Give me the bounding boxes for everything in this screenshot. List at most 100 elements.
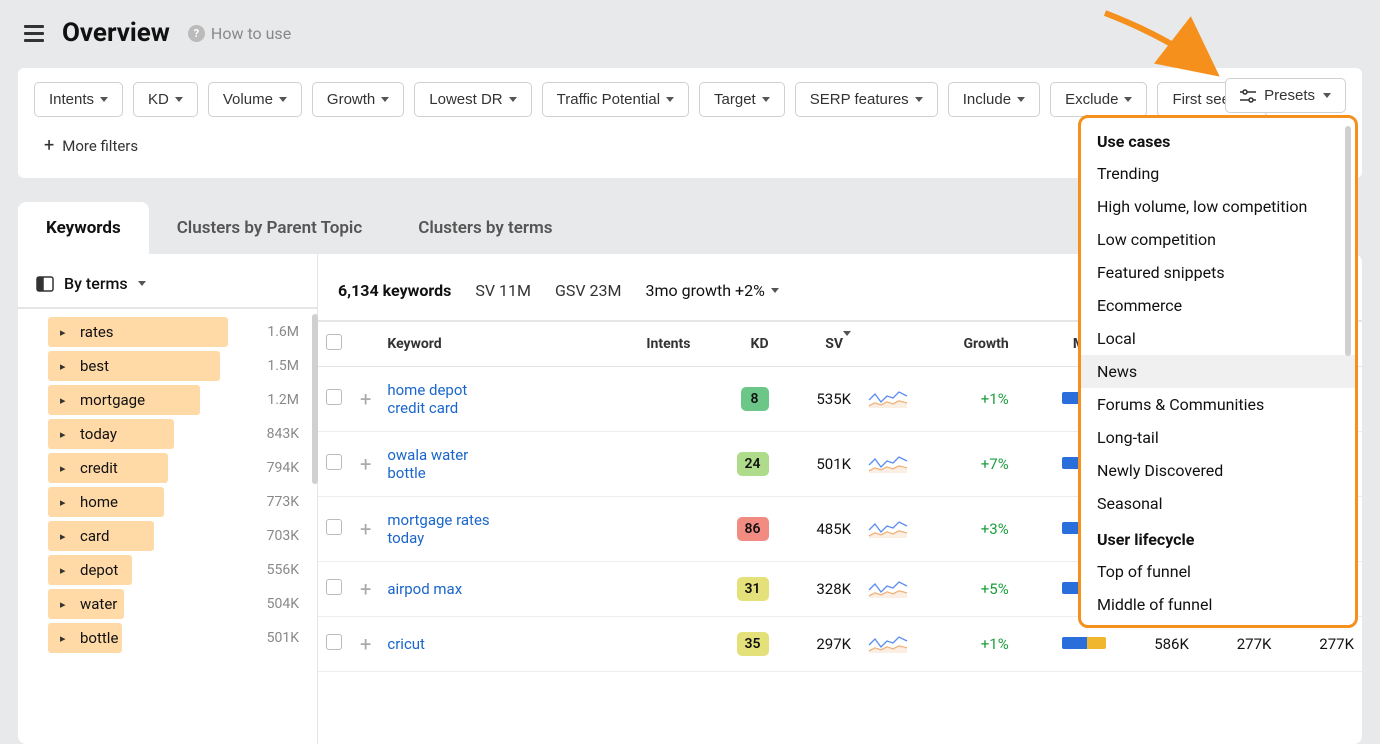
growth-selector[interactable]: 3mo growth +2% xyxy=(645,281,778,300)
sparkline xyxy=(859,497,917,562)
chevron-down-icon xyxy=(915,97,923,102)
gsv-total: GSV 23M xyxy=(555,281,622,300)
add-icon[interactable]: + xyxy=(360,632,371,656)
tab-clusters-by-terms[interactable]: Clusters by terms xyxy=(390,202,580,254)
chevron-down-icon xyxy=(175,97,183,102)
kd-badge: 8 xyxy=(741,387,769,411)
col-growth[interactable]: Growth xyxy=(917,322,1017,367)
term-row[interactable]: ▸water504K xyxy=(18,587,317,621)
preset-item[interactable]: High volume, low competition xyxy=(1081,190,1355,223)
filter-include[interactable]: Include xyxy=(948,82,1040,117)
arrow-annotation xyxy=(1100,8,1230,92)
preset-item[interactable]: Middle of funnel xyxy=(1081,588,1355,621)
expand-icon: ▸ xyxy=(60,428,66,441)
page-title: Overview xyxy=(62,18,170,48)
filter-serp-features[interactable]: SERP features xyxy=(795,82,938,117)
filter-lowest-dr[interactable]: Lowest DR xyxy=(414,82,531,117)
chevron-down-icon xyxy=(762,97,770,102)
menu-icon[interactable] xyxy=(24,25,44,42)
expand-icon: ▸ xyxy=(60,632,66,645)
preset-item[interactable]: Long-tail xyxy=(1081,421,1355,454)
expand-icon: ▸ xyxy=(60,462,66,475)
chevron-down-icon xyxy=(1323,93,1331,98)
keyword-link[interactable]: cricut xyxy=(387,635,425,653)
presets-button[interactable]: Presets xyxy=(1225,78,1346,113)
chevron-down-icon xyxy=(381,97,389,102)
preset-item[interactable]: Local xyxy=(1081,322,1355,355)
by-terms-selector[interactable]: By terms xyxy=(18,268,317,309)
filter-traffic-potential[interactable]: Traffic Potential xyxy=(542,82,689,117)
add-icon[interactable]: + xyxy=(360,452,371,476)
term-row[interactable]: ▸mortgage1.2M xyxy=(18,383,317,417)
how-to-use-link[interactable]: ? How to use xyxy=(188,24,291,43)
row-checkbox[interactable] xyxy=(326,454,342,470)
preset-item[interactable]: Trending xyxy=(1081,157,1355,190)
expand-icon: ▸ xyxy=(60,360,66,373)
term-row[interactable]: ▸bottle501K xyxy=(18,621,317,655)
preset-item[interactable]: Featured snippets xyxy=(1081,256,1355,289)
chevron-down-icon xyxy=(666,97,674,102)
sparkline xyxy=(859,432,917,497)
terms-sidebar: By terms ▸rates1.6M▸best1.5M▸mortgage1.2… xyxy=(18,254,318,744)
row-checkbox[interactable] xyxy=(326,579,342,595)
expand-icon: ▸ xyxy=(60,598,66,611)
preset-item[interactable]: Newly Discovered xyxy=(1081,454,1355,487)
term-row[interactable]: ▸credit794K xyxy=(18,451,317,485)
add-icon[interactable]: + xyxy=(360,577,371,601)
select-all-checkbox[interactable] xyxy=(326,334,342,350)
term-row[interactable]: ▸rates1.6M xyxy=(18,315,317,349)
sparkline xyxy=(859,617,917,672)
keyword-link[interactable]: airpod max xyxy=(387,580,462,598)
col-sv[interactable]: SV xyxy=(777,322,860,367)
sv-total: SV 11M xyxy=(475,281,531,300)
preset-item[interactable]: Forums & Communities xyxy=(1081,388,1355,421)
filter-growth[interactable]: Growth xyxy=(312,82,404,117)
expand-icon: ▸ xyxy=(60,496,66,509)
filter-target[interactable]: Target xyxy=(699,82,785,117)
chevron-down-icon xyxy=(279,97,287,102)
keyword-link[interactable]: home depot credit card xyxy=(387,381,507,417)
row-checkbox[interactable] xyxy=(326,634,342,650)
tab-clusters-by-parent-topic[interactable]: Clusters by Parent Topic xyxy=(149,202,391,254)
filter-intents[interactable]: Intents xyxy=(34,82,123,117)
keyword-link[interactable]: mortgage rates today xyxy=(387,511,507,547)
row-checkbox[interactable] xyxy=(326,519,342,535)
term-row[interactable]: ▸home773K xyxy=(18,485,317,519)
kd-badge: 24 xyxy=(737,452,769,476)
preset-item[interactable]: Low competition xyxy=(1081,223,1355,256)
row-checkbox[interactable] xyxy=(326,389,342,405)
preset-item[interactable]: Ecommerce xyxy=(1081,289,1355,322)
add-icon[interactable]: + xyxy=(360,517,371,541)
expand-icon: ▸ xyxy=(60,530,66,543)
plus-icon: + xyxy=(44,135,54,156)
chevron-down-icon xyxy=(100,97,108,102)
filter-volume[interactable]: Volume xyxy=(208,82,302,117)
col-keyword[interactable]: Keyword xyxy=(379,322,600,367)
presets-dropdown: Use casesTrendingHigh volume, low compet… xyxy=(1078,115,1358,628)
keyword-link[interactable]: owala water bottle xyxy=(387,446,507,482)
more-filters-button[interactable]: +More filters xyxy=(34,127,148,164)
term-row[interactable]: ▸depot556K xyxy=(18,553,317,587)
keywords-count: 6,134 keywords xyxy=(338,281,451,300)
chevron-down-icon xyxy=(138,281,146,286)
expand-icon: ▸ xyxy=(60,326,66,339)
chevron-down-icon xyxy=(771,288,779,293)
md-bar xyxy=(1062,637,1106,649)
filter-kd[interactable]: KD xyxy=(133,82,198,117)
term-row[interactable]: ▸today843K xyxy=(18,417,317,451)
col-intents[interactable]: Intents xyxy=(601,322,699,367)
term-row[interactable]: ▸card703K xyxy=(18,519,317,553)
col-kd[interactable]: KD xyxy=(698,322,776,367)
chevron-down-icon xyxy=(509,97,517,102)
tab-keywords[interactable]: Keywords xyxy=(18,202,149,254)
preset-item[interactable]: News xyxy=(1081,355,1355,388)
preset-item[interactable]: Seasonal xyxy=(1081,487,1355,520)
kd-badge: 31 xyxy=(737,577,769,601)
preset-item[interactable]: Top of funnel xyxy=(1081,555,1355,588)
expand-icon: ▸ xyxy=(60,394,66,407)
term-row[interactable]: ▸best1.5M xyxy=(18,349,317,383)
add-icon[interactable]: + xyxy=(360,387,371,411)
sparkline xyxy=(859,562,917,617)
chevron-down-icon xyxy=(1017,97,1025,102)
dd-heading: Use cases xyxy=(1081,122,1355,157)
